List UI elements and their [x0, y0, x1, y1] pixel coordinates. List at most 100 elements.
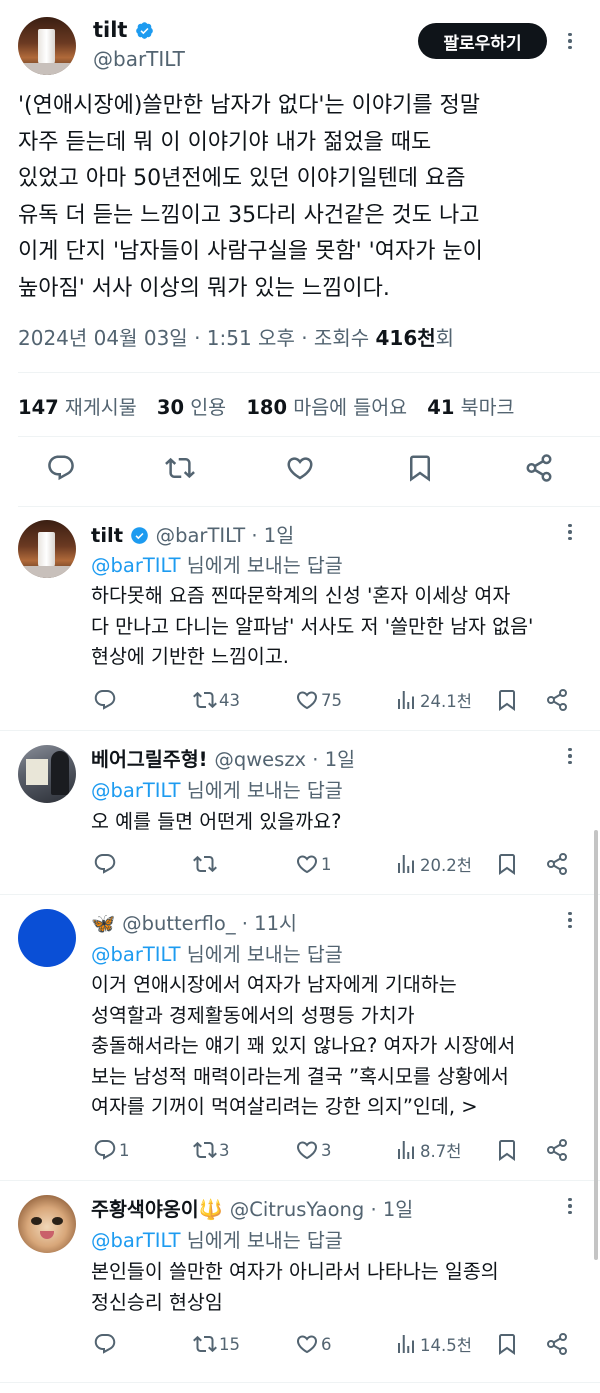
reply-icon[interactable] — [93, 1138, 117, 1162]
display-name[interactable]: tilt — [93, 18, 127, 42]
retweet-icon[interactable] — [165, 453, 195, 483]
divider — [0, 1382, 600, 1383]
reply-to-label: 님에게 보내는 답글 — [180, 943, 343, 966]
display-name[interactable]: 🦋 — [91, 912, 115, 935]
like-icon[interactable] — [295, 688, 319, 712]
reply-icon[interactable] — [93, 688, 117, 712]
reply-to-label: 님에게 보내는 답글 — [180, 779, 343, 802]
avatar[interactable] — [18, 1195, 76, 1253]
retweet-action[interactable]: 43 — [193, 688, 240, 712]
share-icon[interactable] — [545, 1332, 569, 1356]
reply-icon[interactable] — [46, 453, 76, 483]
avatar[interactable] — [18, 17, 76, 75]
mention-link[interactable]: @barTILT — [91, 779, 181, 802]
bookmark-icon[interactable] — [495, 688, 519, 712]
like-icon[interactable] — [295, 1138, 319, 1162]
reply-text-line: 현상에 기반한 느낌이고. — [91, 645, 289, 668]
like-action[interactable]: 3 — [295, 1138, 332, 1162]
tweet-text-line: 높아짐' 서사 이상의 뭐가 있는 느낌이다. — [18, 275, 390, 301]
reply-text-line: 충돌해서라는 얘기 꽤 있지 않나요? 여자가 시장에서 — [91, 1034, 516, 1057]
like-count[interactable]: 180 — [246, 396, 287, 419]
share-icon[interactable] — [545, 852, 569, 876]
reply-icon[interactable] — [93, 852, 117, 876]
mention-link[interactable]: @barTILT — [91, 554, 181, 577]
more-icon[interactable] — [560, 1196, 580, 1216]
author-handle[interactable]: @qweszx · 1일 — [214, 748, 355, 771]
avatar[interactable] — [18, 909, 76, 967]
views-icon[interactable] — [394, 1138, 418, 1162]
display-name[interactable]: 베어그릴주형! — [91, 748, 208, 771]
quote-label[interactable]: 인용 — [190, 396, 226, 419]
retweet-icon[interactable] — [193, 688, 217, 712]
retweet-action[interactable] — [193, 852, 219, 876]
reply-action[interactable]: 1 — [93, 1138, 130, 1162]
like-icon[interactable] — [295, 852, 319, 876]
author-handle[interactable]: @barTILT — [93, 47, 185, 71]
display-name[interactable]: tilt — [91, 524, 123, 547]
reply-action[interactable] — [93, 852, 119, 876]
avatar[interactable] — [18, 745, 76, 803]
views-action[interactable]: 14.5천 — [394, 1332, 472, 1356]
retweet-icon[interactable] — [193, 1138, 217, 1162]
author-handle[interactable]: @CitrusYaong · 1일 — [230, 1198, 414, 1221]
bookmark-count[interactable]: 41 — [427, 396, 454, 419]
author-name[interactable]: tilt — [93, 18, 154, 42]
views-action[interactable]: 8.7천 — [394, 1138, 461, 1162]
retweet-action[interactable]: 15 — [193, 1332, 240, 1356]
timestamp[interactable]: 2024년 04월 03일 · 1:51 오후 · 조회수 — [18, 326, 375, 350]
views-icon[interactable] — [394, 1332, 418, 1356]
views-action[interactable]: 20.2천 — [394, 852, 472, 876]
views-action[interactable]: 24.1천 — [394, 688, 472, 712]
author-handle[interactable]: @butterflo_ · 11시 — [122, 912, 297, 935]
retweet-count: 3 — [219, 1140, 230, 1160]
like-action[interactable]: 6 — [295, 1332, 332, 1356]
bookmark-icon[interactable] — [495, 852, 519, 876]
share-icon[interactable] — [545, 688, 569, 712]
retweet-label[interactable]: 재게시물 — [65, 396, 137, 419]
divider — [0, 730, 600, 731]
more-icon[interactable] — [560, 910, 580, 930]
reply-action[interactable] — [93, 688, 119, 712]
like-action[interactable]: 75 — [295, 688, 342, 712]
bookmark-icon[interactable] — [495, 1332, 519, 1356]
reply-action[interactable] — [93, 1332, 119, 1356]
divider — [18, 506, 600, 507]
author-name[interactable]: 주황색야옹이🔱 @CitrusYaong · 1일 — [91, 1193, 413, 1222]
like-icon[interactable] — [285, 453, 315, 483]
retweet-icon[interactable] — [193, 1332, 217, 1356]
scrollbar[interactable] — [594, 830, 598, 1260]
share-icon[interactable] — [545, 1138, 569, 1162]
author-name[interactable]: 베어그릴주형! @qweszx · 1일 — [91, 743, 355, 772]
tweet-text-line: 자주 듣는데 뭐 이 이야기야 내가 젊었을 때도 — [18, 129, 432, 155]
share-icon[interactable] — [524, 453, 554, 483]
mention-link[interactable]: @barTILT — [91, 943, 181, 966]
avatar[interactable] — [18, 520, 76, 578]
follow-button[interactable]: 팔로우하기 — [418, 23, 547, 59]
reply-icon[interactable] — [93, 1332, 117, 1356]
mention-link[interactable]: @barTILT — [91, 1229, 181, 1252]
bookmark-label[interactable]: 북마크 — [461, 396, 515, 419]
retweet-count[interactable]: 147 — [18, 396, 59, 419]
retweet-icon[interactable] — [193, 852, 217, 876]
like-icon[interactable] — [295, 1332, 319, 1356]
more-icon[interactable] — [560, 522, 580, 542]
like-action[interactable]: 1 — [295, 852, 332, 876]
bookmark-icon[interactable] — [495, 1138, 519, 1162]
like-label[interactable]: 마음에 들어요 — [293, 396, 407, 419]
reply-text-line: 다 만나고 다니는 알파남' 서사도 저 '쓸만한 남자 없음' — [91, 614, 534, 638]
view-count: 24.1천 — [420, 692, 472, 711]
author-name[interactable]: tilt @barTILT · 1일 — [91, 519, 294, 548]
like-count: 6 — [321, 1334, 332, 1354]
views-icon[interactable] — [394, 852, 418, 876]
more-icon[interactable] — [560, 31, 580, 51]
bookmark-icon[interactable] — [405, 453, 435, 483]
view-count: 416천 — [375, 326, 436, 350]
quote-count[interactable]: 30 — [157, 396, 184, 419]
author-handle[interactable]: @barTILT · 1일 — [156, 524, 295, 547]
more-icon[interactable] — [560, 746, 580, 766]
author-name[interactable]: 🦋 @butterflo_ · 11시 — [91, 907, 297, 936]
reply-text: 본인들이 쓸만한 여자가 아니라서 나타나는 일종의 정신승리 현상임 — [91, 1257, 581, 1318]
views-icon[interactable] — [394, 688, 418, 712]
retweet-action[interactable]: 3 — [193, 1138, 230, 1162]
display-name[interactable]: 주황색야옹이🔱 — [91, 1198, 223, 1221]
